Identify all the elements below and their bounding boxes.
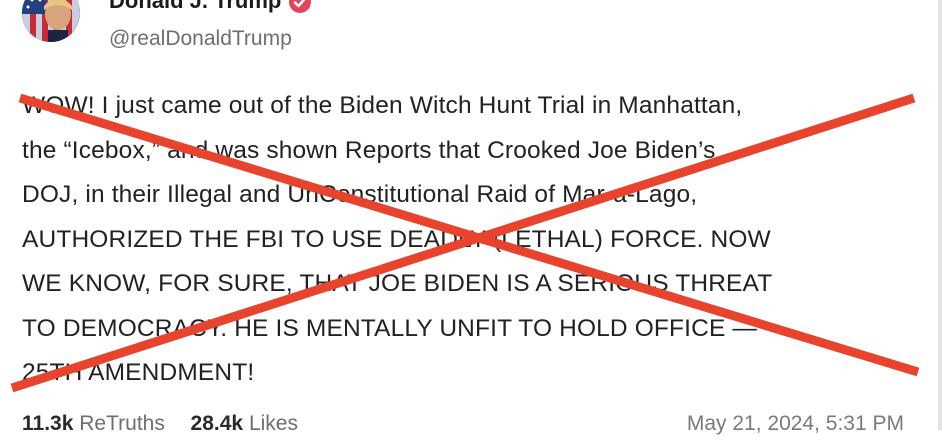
- post-text-line: TO DEMOCRACY. HE IS MENTALLY UNFIT TO HO…: [22, 314, 758, 342]
- retruths-label: ReTruths: [79, 412, 165, 435]
- post-text-line: 25TH AMENDMENT!: [22, 359, 255, 386]
- post-stats: 11.3k ReTruths 28.4k Likes May 21, 2024,…: [22, 412, 922, 442]
- post-timestamp[interactable]: May 21, 2024, 5:31 PM: [687, 412, 904, 436]
- post-text-line: DOJ, in their Illegal and UnConstitution…: [22, 181, 698, 208]
- post-text-line: AUTHORIZED THE FBI TO USE DEADLY (LETHAL…: [22, 225, 771, 253]
- likes-label: Likes: [248, 412, 298, 435]
- retruths-count: 11.3k: [22, 412, 74, 435]
- author-name[interactable]: Donald J. Trump: [109, 0, 281, 14]
- avatar[interactable]: [22, 0, 80, 42]
- card-border: [938, 0, 942, 430]
- likes-count: 28.4k: [190, 412, 244, 435]
- post-text-line: WOW! I just came out of the Biden Witch …: [22, 92, 743, 119]
- author-handle[interactable]: @realDonaldTrump: [109, 27, 292, 51]
- verified-badge-icon: [289, 0, 312, 13]
- post-card: Donald J. Trump @realDonaldTrump WOW! I …: [0, 0, 938, 435]
- post-text-line: the “Icebox,” and was shown Reports that…: [22, 136, 716, 164]
- post-text-line: WE KNOW, FOR SURE, THAT JOE BIDEN IS A S…: [22, 270, 773, 297]
- likes-link[interactable]: 28.4k Likes: [191, 412, 298, 435]
- post-text: WOW! I just came out of the Biden Witch …: [22, 84, 922, 396]
- retruths-link[interactable]: 11.3k ReTruths: [22, 412, 171, 435]
- author-name-row[interactable]: Donald J. Trump: [109, 0, 312, 14]
- flag-portrait-icon: [22, 0, 80, 42]
